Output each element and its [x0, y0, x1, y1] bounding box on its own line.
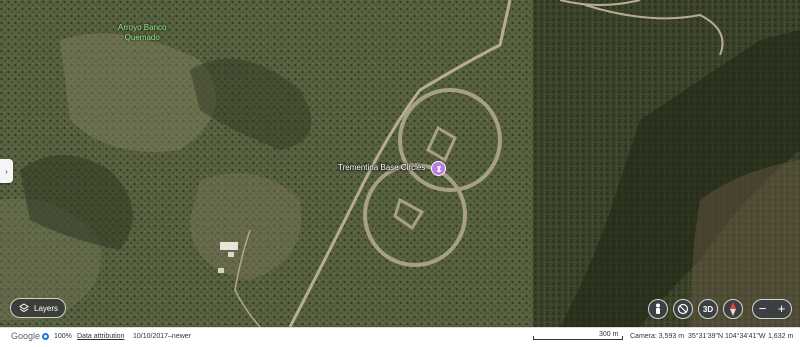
imagery-date: 10/10/2017–newer	[133, 333, 191, 340]
zoom-ring-icon	[42, 333, 49, 340]
google-earth-app: Arroyo Banco Quemado Trementina Base Cir…	[0, 0, 800, 347]
status-bar: Google 100% Data attribution 10/10/2017–…	[0, 327, 800, 347]
rotate-icon	[677, 303, 689, 315]
zoom-out-button[interactable]: −	[759, 302, 767, 315]
place-label-line-2: Quemado	[124, 33, 160, 42]
scale-bar	[533, 336, 623, 340]
zoom-in-button[interactable]: +	[778, 302, 786, 315]
poi-label-trementina[interactable]: Trementina Base Circles	[338, 163, 425, 172]
zoom-controls: − +	[752, 299, 792, 319]
sidebar-toggle-button[interactable]: ›	[0, 159, 13, 183]
marker-glyph	[436, 165, 441, 172]
data-attribution-link[interactable]: Data attribution	[77, 333, 124, 340]
layers-icon	[19, 303, 29, 313]
pegman-icon	[656, 303, 660, 314]
camera-altitude: Camera: 3,593 m	[630, 333, 685, 340]
rotate-button[interactable]	[673, 299, 693, 319]
coordinates: 35°31'39"N 104°34'41"W	[688, 333, 766, 340]
place-label-line-1: Arroyo Banco	[118, 23, 167, 32]
layers-button[interactable]: Layers	[10, 298, 66, 318]
zoom-percent: 100%	[54, 333, 72, 340]
marker-icon[interactable]	[431, 161, 446, 176]
elevation: 1,632 m	[768, 333, 794, 340]
tilt-3d-button[interactable]: 3D	[698, 299, 718, 319]
satellite-map[interactable]: Arroyo Banco Quemado Trementina Base Cir…	[0, 0, 800, 327]
compass-button[interactable]	[723, 299, 743, 319]
layers-label: Layers	[34, 303, 59, 313]
compass-icon	[730, 302, 736, 316]
google-logo: Google	[11, 331, 41, 341]
pegman-button[interactable]	[648, 299, 668, 319]
place-label-arroyo-banco[interactable]: Arroyo Banco Quemado	[118, 23, 166, 43]
